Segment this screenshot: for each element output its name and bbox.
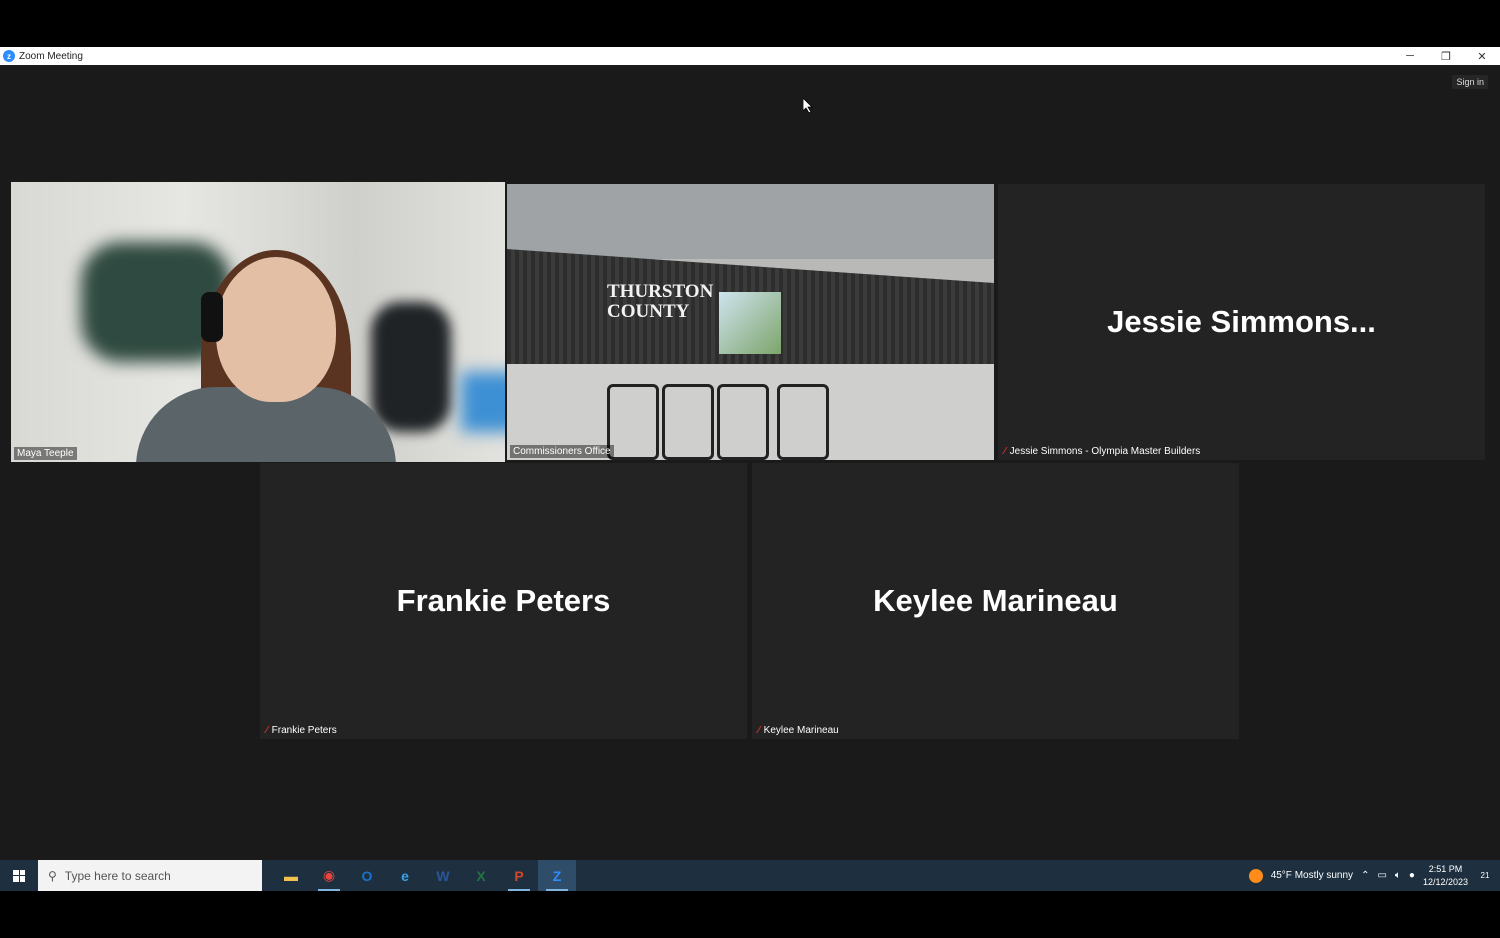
windows-logo-icon	[13, 869, 25, 882]
file-explorer-icon[interactable]: ▬	[272, 860, 310, 891]
participant-label: Commissioners Office	[510, 445, 614, 458]
close-button[interactable]: ✕	[1464, 47, 1500, 65]
weather-icon[interactable]	[1248, 868, 1263, 883]
search-icon: ⚲	[48, 868, 57, 883]
word-icon[interactable]: W	[424, 860, 462, 891]
video-tile-frankie[interactable]: Frankie Peters ⁄ Frankie Peters	[260, 463, 747, 739]
weather-text[interactable]: 45°F Mostly sunny	[1271, 870, 1353, 881]
participant-label: Maya Teeple	[14, 447, 77, 460]
video-tile-commissioners[interactable]: THURSTON COUNTY Commissioners Office	[507, 184, 994, 460]
volume-icon[interactable]: 🔈︎	[1395, 870, 1401, 881]
start-button[interactable]	[0, 860, 38, 891]
participant-display-name: Jessie Simmons...	[1107, 304, 1376, 339]
powerpoint-icon[interactable]: P	[500, 860, 538, 891]
meeting-gallery: Sign in Maya Teeple THURSTON COUNTY Commi…	[0, 65, 1500, 860]
window-title: Zoom Meeting	[19, 50, 83, 62]
zoom-logo-icon: z	[3, 50, 15, 62]
participant-display-name: Frankie Peters	[396, 583, 611, 618]
search-placeholder: Type here to search	[64, 868, 171, 883]
mouse-cursor-icon	[803, 98, 813, 114]
taskbar-search[interactable]: ⚲ Type here to search	[38, 860, 262, 891]
participant-display-name: Keylee Marineau	[873, 583, 1118, 618]
microphone-icon[interactable]: ●	[1409, 870, 1415, 881]
restore-button[interactable]: ❐	[1428, 47, 1464, 65]
clock-date: 12/12/2023	[1422, 876, 1468, 887]
clock[interactable]: 2:51 PM 12/12/2023	[1423, 863, 1468, 889]
webcam-video	[11, 182, 505, 462]
participant-label: ⁄ Frankie Peters	[266, 725, 337, 736]
participant-label: ⁄ Jessie Simmons - Olympia Master Builde…	[1004, 446, 1201, 457]
excel-icon[interactable]: X	[462, 860, 500, 891]
notifications-icon[interactable]: 21	[1476, 867, 1494, 885]
mic-muted-icon: ⁄	[758, 725, 760, 736]
mic-muted-icon: ⁄	[266, 725, 268, 736]
network-icon[interactable]: ▭	[1377, 870, 1386, 881]
minimize-button[interactable]: ─	[1392, 47, 1428, 65]
chevron-up-icon[interactable]: ⌃	[1361, 870, 1369, 881]
clock-time: 2:51 PM	[1428, 863, 1463, 874]
zoom-icon[interactable]: Z	[538, 860, 576, 891]
video-tile-keylee[interactable]: Keylee Marineau ⁄ Keylee Marineau	[752, 463, 1239, 739]
participant-label: ⁄ Keylee Marineau	[758, 725, 839, 736]
room-sign: THURSTON COUNTY	[607, 281, 714, 322]
edge-icon[interactable]: e	[386, 860, 424, 891]
outlook-icon[interactable]: O	[348, 860, 386, 891]
chrome-icon[interactable]: ◉	[310, 860, 348, 891]
room-video: THURSTON COUNTY	[507, 184, 994, 460]
video-tile-jessie[interactable]: Jessie Simmons... ⁄ Jessie Simmons - Oly…	[998, 184, 1485, 460]
taskbar-apps: ▬ ◉ Oe W X P Z	[272, 860, 576, 891]
mic-muted-icon: ⁄	[1004, 446, 1006, 457]
system-tray: 45°F Mostly sunny ⌃ ▭ 🔈︎ ● 2:51 PM 12/12…	[1248, 860, 1500, 891]
windows-taskbar: ⚲ Type here to search ▬ ◉ Oe W X P Z 45°F Most…	[0, 860, 1500, 891]
video-tile-maya[interactable]: Maya Teeple	[11, 182, 505, 462]
window-controls: ─ ❐ ✕	[1392, 47, 1500, 65]
window-titlebar: z Zoom Meeting ─ ❐ ✕	[0, 47, 1500, 65]
county-logo-icon	[719, 292, 781, 354]
sign-in-button[interactable]: Sign in	[1452, 75, 1488, 89]
